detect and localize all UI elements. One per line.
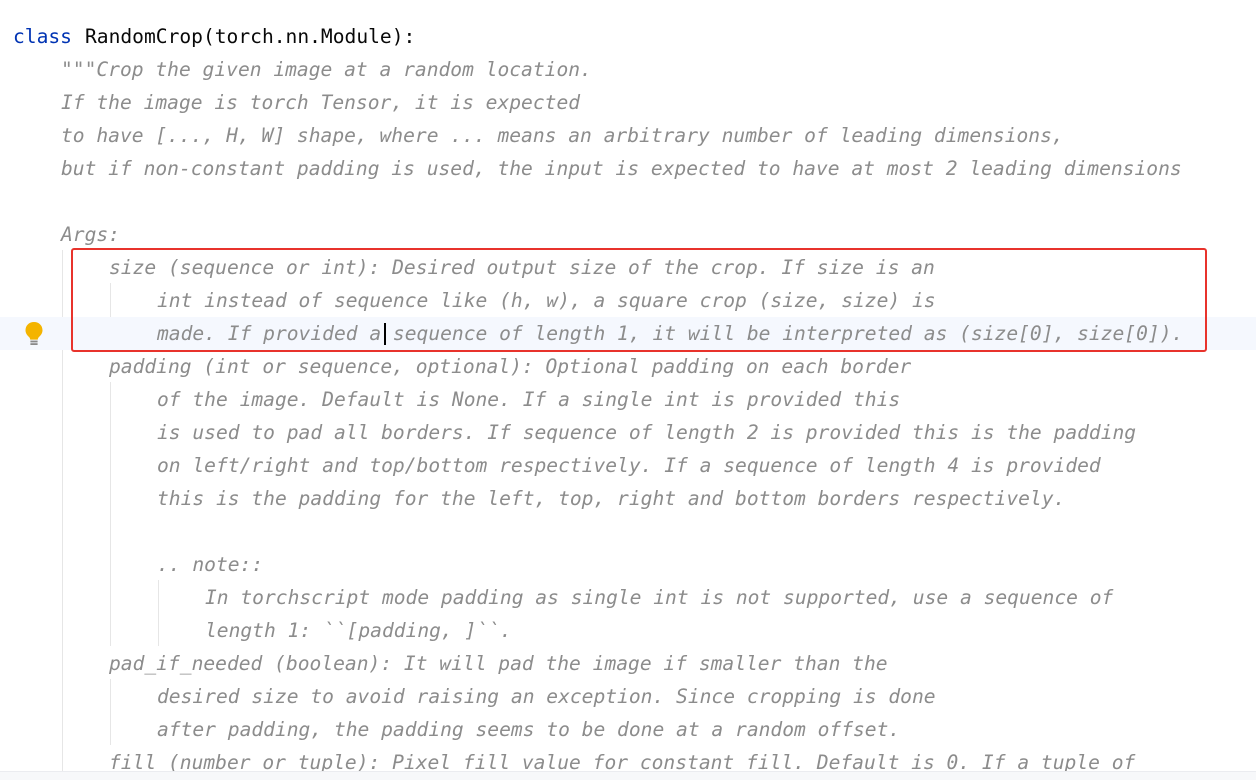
code-line[interactable]: after padding, the padding seems to be d… <box>0 713 1256 746</box>
class-signature: RandomCrop(torch.nn.Module): <box>85 25 416 48</box>
docstring-text: In torchscript mode padding as single in… <box>205 586 1114 609</box>
docstring-text: If the image is torch Tensor, it is expe… <box>61 91 581 114</box>
docstring-text: pad_if_needed (boolean): It will pad the… <box>109 652 888 675</box>
code-line[interactable]: to have [..., H, W] shape, where ... mea… <box>0 119 1256 152</box>
code-line[interactable]: is used to pad all borders. If sequence … <box>0 416 1256 449</box>
lightbulb-icon[interactable] <box>24 321 44 347</box>
docstring-text: of the image. Default is None. If a sing… <box>157 388 901 411</box>
code-line[interactable]: of the image. Default is None. If a sing… <box>0 383 1256 416</box>
code-line[interactable]: Args: <box>0 218 1256 251</box>
docstring-text: .. note:: <box>157 553 264 576</box>
code-line[interactable]: padding (int or sequence, optional): Opt… <box>0 350 1256 383</box>
docstring-text: after padding, the padding seems to be d… <box>157 718 901 741</box>
code-line[interactable]: on left/right and top/bottom respectivel… <box>0 449 1256 482</box>
code-line[interactable]: desired size to avoid raising an excepti… <box>0 680 1256 713</box>
docstring-text: length 1: ``[padding, ]``. <box>205 619 512 642</box>
class-keyword: class <box>13 25 72 48</box>
docstring-text: but if non-constant padding is used, the… <box>61 157 1182 180</box>
docstring-text: desired size to avoid raising an excepti… <box>157 685 936 708</box>
code-line[interactable]: pad_if_needed (boolean): It will pad the… <box>0 647 1256 680</box>
docstring-text: this is the padding for the left, top, r… <box>157 487 1066 510</box>
docstring-text: on left/right and top/bottom respectivel… <box>157 454 1101 477</box>
horizontal-scrollbar[interactable] <box>0 771 1256 780</box>
code-line[interactable]: but if non-constant padding is used, the… <box>0 152 1256 185</box>
code-line[interactable]: this is the padding for the left, top, r… <box>0 482 1256 515</box>
highlight-annotation-box <box>71 248 1207 352</box>
docstring-text: padding (int or sequence, optional): Opt… <box>109 355 912 378</box>
code-line[interactable]: In torchscript mode padding as single in… <box>0 581 1256 614</box>
code-line[interactable]: class RandomCrop(torch.nn.Module): <box>0 20 1256 53</box>
code-line[interactable] <box>0 515 1256 548</box>
code-line[interactable]: .. note:: <box>0 548 1256 581</box>
code-line[interactable]: If the image is torch Tensor, it is expe… <box>0 86 1256 119</box>
code-line[interactable] <box>0 185 1256 218</box>
docstring-text: is used to pad all borders. If sequence … <box>157 421 1137 444</box>
docstring-text: to have [..., H, W] shape, where ... mea… <box>61 124 1064 147</box>
docstring-text: Args: <box>61 223 120 246</box>
code-line[interactable]: length 1: ``[padding, ]``. <box>0 614 1256 647</box>
code-line[interactable]: """Crop the given image at a random loca… <box>0 53 1256 86</box>
code-editor[interactable]: class RandomCrop(torch.nn.Module): """Cr… <box>0 0 1256 780</box>
docstring-text: """Crop the given image at a random loca… <box>61 58 592 81</box>
